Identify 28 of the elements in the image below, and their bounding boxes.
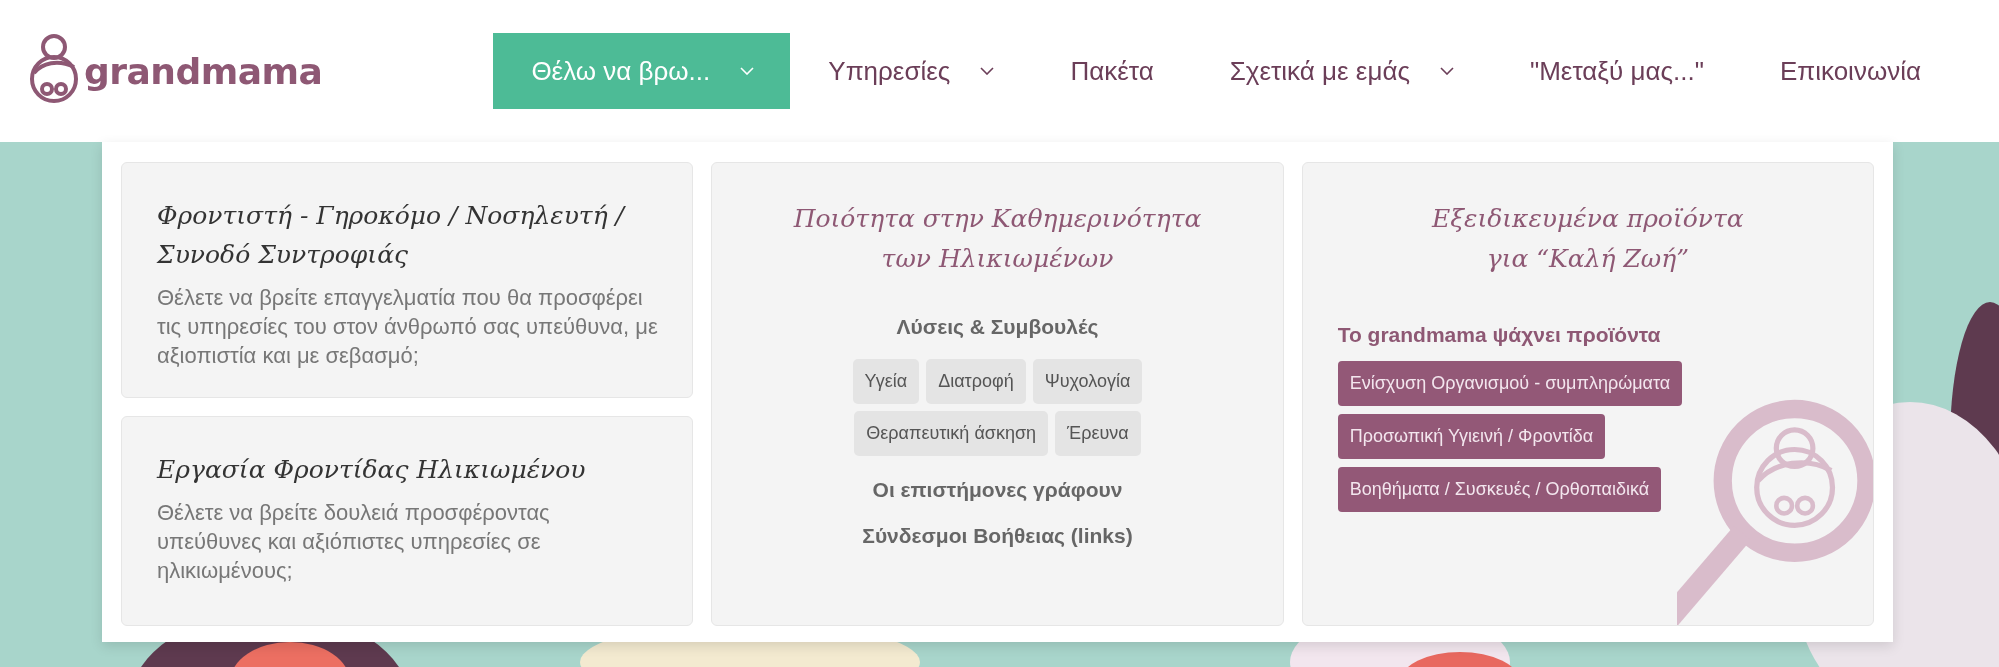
menu-link[interactable]: Σύνδεσμοι Βοήθειας (links) bbox=[862, 524, 1133, 548]
menu-card[interactable]: Εργασία Φροντίδας Ηλικιωμένου Θέλετε να βρείτε δουλειά προσφέροντας υπεύθυνες και αξιόπιστες υπηρεσίες σε ηλικιωμένους; bbox=[121, 416, 694, 626]
card-description: Θέλετε να βρείτε δουλειά προσφέροντας υπεύθυνες και αξιόπιστες υπηρεσίες σε ηλικιωμένους; bbox=[157, 498, 551, 585]
category-button[interactable]: Προσωπική Υγιεινή / Φροντίδα bbox=[1337, 414, 1606, 459]
nav-item[interactable]: Πακέτα bbox=[1032, 33, 1192, 109]
menu-link[interactable]: Οι επιστήμονες γράφουν bbox=[872, 478, 1123, 502]
topic-tag[interactable]: Θεραπευτική άσκηση bbox=[854, 411, 1049, 456]
section-heading[interactable]: Λύσεις & Συμβουλές bbox=[896, 315, 1099, 339]
topic-tag[interactable]: Υγεία bbox=[852, 359, 920, 404]
nav-item[interactable]: Επικοινωνία bbox=[1741, 33, 1959, 109]
card-title: Ποιότητα στην Καθημερινότητα bbox=[793, 203, 1202, 235]
card-title: Εργασία Φροντίδας Ηλικιωμένου bbox=[157, 454, 587, 486]
category-button[interactable]: Βοηθήματα / Συσκευές / Ορθοπαιδικά bbox=[1337, 467, 1662, 512]
logo-wordmark[interactable]: grandmama bbox=[84, 50, 323, 92]
card-title: Φροντιστή - Γηροκόμο / Νοσηλευτή / Συνοδό Συντροφιάς bbox=[157, 200, 627, 271]
topic-tag[interactable]: Ψυχολογία bbox=[1032, 359, 1143, 404]
topic-tag[interactable]: Διατροφή bbox=[926, 359, 1026, 404]
menu-card[interactable]: Φροντιστή - Γηροκόμο / Νοσηλευτή / Συνοδό Συντροφιάς Θέλετε να βρείτε επαγγελματία που θα προσφέρει τις υπηρεσίες του στον άνθρωπό σας υπεύθυνα, με αξιοπιστία και με σεβασμό; bbox=[121, 162, 694, 398]
card-title: για “Καλή Ζωή” bbox=[1485, 243, 1690, 275]
topic-tag[interactable]: Έρευνα bbox=[1055, 411, 1141, 456]
card-title: Εξειδικευμένα προϊόντα bbox=[1430, 203, 1745, 235]
card-description: Θέλετε να βρείτε επαγγελματία που θα προσφέρει τις υπηρεσίες του στον άνθρωπό σας υπεύθυνα, με αξιοπιστία και με σεβασμό; bbox=[157, 283, 659, 370]
nav-item[interactable]: Σχετικά με εμάς bbox=[1191, 33, 1492, 109]
section-heading: Το grandmama ψάχνει προϊόντα bbox=[1337, 323, 1662, 347]
nav-item[interactable]: "Μεταξύ μας..." bbox=[1491, 33, 1742, 109]
card-title: των Ηλικιωμένων bbox=[880, 243, 1115, 275]
category-button[interactable]: Ενίσχυση Οργανισμού - συμπληρώματα bbox=[1337, 361, 1683, 406]
nav-item[interactable]: Υπηρεσίες bbox=[790, 33, 1033, 109]
